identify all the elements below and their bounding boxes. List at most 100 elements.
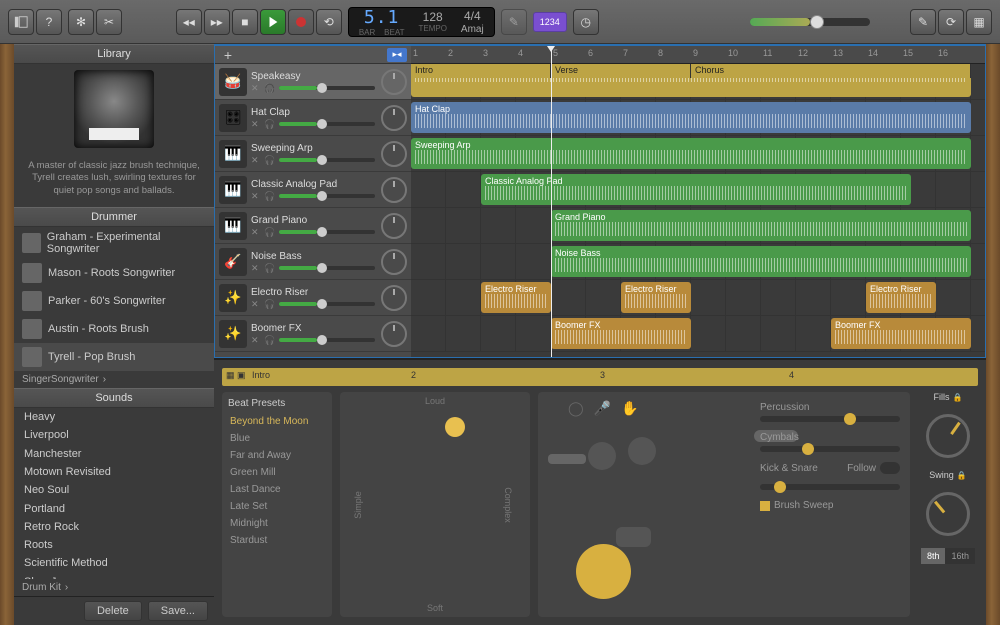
forward-button[interactable]: ▸▸ xyxy=(204,9,230,35)
hihat-icon[interactable] xyxy=(548,454,586,464)
region[interactable]: Classic Analog Pad xyxy=(481,174,911,205)
genre-breadcrumb[interactable]: SingerSongwriter› xyxy=(14,371,214,388)
track-header[interactable]: 🥁Speakeasy✕🎧 xyxy=(215,64,411,100)
arrange-row[interactable]: Electro Riser Electro Riser Electro Riser xyxy=(411,280,985,316)
track-volume-slider[interactable] xyxy=(279,338,375,342)
play-button[interactable] xyxy=(260,9,286,35)
snare-drum-icon[interactable] xyxy=(616,527,651,547)
pan-knob[interactable] xyxy=(381,141,407,167)
bar-ruler[interactable]: 12345678910111213141516 xyxy=(411,46,985,64)
media-browser-icon[interactable]: ▦ xyxy=(966,9,992,35)
region[interactable]: Sweeping Arp xyxy=(411,138,971,169)
arrangement-marker[interactable]: Intro xyxy=(411,64,551,78)
sound-item[interactable]: Manchester xyxy=(14,445,214,463)
track-volume-slider[interactable] xyxy=(279,158,375,162)
mute-icon[interactable]: ✕ xyxy=(251,119,261,129)
follow-toggle[interactable] xyxy=(880,462,900,474)
region[interactable]: Electro Riser xyxy=(621,282,691,313)
sound-item[interactable]: Heavy xyxy=(14,408,214,426)
help-icon[interactable]: ? xyxy=(36,9,62,35)
lcd-display[interactable]: 5.1BAR BEAT 128TEMPO 4/4Amaj xyxy=(348,7,495,37)
rewind-button[interactable]: ◂◂ xyxy=(176,9,202,35)
cycle-button[interactable]: ⟲ xyxy=(316,9,342,35)
sound-item[interactable]: Portland xyxy=(14,500,214,518)
mute-icon[interactable]: ✕ xyxy=(251,335,261,345)
delete-button[interactable]: Delete xyxy=(84,601,142,621)
arrangement-area[interactable]: 12345678910111213141516 IntroVerseChorus… xyxy=(411,46,985,357)
track-volume-slider[interactable] xyxy=(279,122,375,126)
arrange-row[interactable]: Hat Clap xyxy=(411,100,985,136)
xy-puck[interactable] xyxy=(445,417,465,437)
mute-icon[interactable]: ✕ xyxy=(251,191,261,201)
region[interactable]: Boomer FX xyxy=(551,318,691,349)
settings-icon[interactable]: ✻ xyxy=(68,9,94,35)
add-track-button[interactable]: + xyxy=(219,47,237,63)
track-volume-slider[interactable] xyxy=(279,86,375,90)
lock-icon[interactable]: 🔒 xyxy=(957,471,967,480)
drummer-item[interactable]: Austin - Roots Brush xyxy=(14,315,214,343)
preset-item[interactable]: Green Mill xyxy=(228,464,326,481)
editor-ruler[interactable]: ▦ ▣ Intro 2 3 4 xyxy=(222,368,978,386)
master-volume-slider[interactable] xyxy=(750,18,870,26)
mute-icon[interactable]: ✕ xyxy=(251,263,261,273)
drummer-item[interactable]: Mason - Roots Songwriter xyxy=(14,259,214,287)
kit-mode-icons[interactable]: ◯🎤✋ xyxy=(568,400,639,417)
swing-knob[interactable] xyxy=(926,492,970,536)
headphone-icon[interactable]: 🎧 xyxy=(264,155,274,165)
kick-drum-icon[interactable] xyxy=(576,544,631,599)
pan-knob[interactable] xyxy=(381,285,407,311)
track-volume-slider[interactable] xyxy=(279,194,375,198)
pan-knob[interactable] xyxy=(381,321,407,347)
sound-item[interactable]: Roots xyxy=(14,536,214,554)
arrange-row[interactable]: Grand Piano xyxy=(411,208,985,244)
pan-knob[interactable] xyxy=(381,105,407,131)
track-volume-slider[interactable] xyxy=(279,230,375,234)
track-header[interactable]: 🎹Grand Piano✕🎧 xyxy=(215,208,411,244)
arrange-row[interactable]: Noise Bass xyxy=(411,244,985,280)
region[interactable]: Electro Riser xyxy=(866,282,936,313)
arrangement-marker-icon[interactable]: ▸◂ xyxy=(387,48,407,62)
track-header[interactable]: 🎹Classic Analog Pad✕🎧 xyxy=(215,172,411,208)
tom-icon[interactable] xyxy=(588,442,616,470)
headphone-icon[interactable]: 🎧 xyxy=(264,227,274,237)
sound-item[interactable]: Neo Soul xyxy=(14,481,214,499)
preset-item[interactable]: Blue xyxy=(228,430,326,447)
drummer-item[interactable]: Graham - Experimental Songwriter xyxy=(14,227,214,259)
drummer-item[interactable]: Tyrell - Pop Brush xyxy=(14,343,214,371)
headphone-icon[interactable]: 🎧 xyxy=(264,263,274,273)
region[interactable]: Hat Clap xyxy=(411,102,971,133)
xy-pad[interactable]: Loud Soft Simple Complex xyxy=(340,392,530,617)
pan-knob[interactable] xyxy=(381,213,407,239)
preset-item[interactable]: Midnight xyxy=(228,515,326,532)
region[interactable]: Grand Piano xyxy=(551,210,971,241)
count-in-button[interactable]: 1234 xyxy=(533,12,567,32)
lock-icon[interactable]: 🔒 xyxy=(953,393,963,402)
stop-button[interactable]: ■ xyxy=(232,9,258,35)
fills-knob[interactable] xyxy=(926,414,970,458)
headphone-icon[interactable]: 🎧 xyxy=(264,335,274,345)
preset-item[interactable]: Beyond the Moon xyxy=(228,413,326,430)
tom-icon[interactable] xyxy=(628,437,656,465)
playhead[interactable] xyxy=(551,46,552,357)
arrange-row[interactable]: Classic Analog Pad xyxy=(411,172,985,208)
pan-knob[interactable] xyxy=(381,69,407,95)
arrangement-marker[interactable]: Chorus xyxy=(691,64,971,78)
headphone-icon[interactable]: 🎧 xyxy=(264,119,274,129)
swing-resolution-toggle[interactable]: 8th16th xyxy=(921,548,975,564)
preset-item[interactable]: Far and Away xyxy=(228,447,326,464)
scissors-icon[interactable]: ✂ xyxy=(96,9,122,35)
track-header[interactable]: 🎹Sweeping Arp✕🎧 xyxy=(215,136,411,172)
region[interactable]: Electro Riser xyxy=(481,282,551,313)
kick-snare-slider[interactable] xyxy=(760,484,900,490)
loop-browser-icon[interactable]: ⟳ xyxy=(938,9,964,35)
sound-item[interactable]: Scientific Method xyxy=(14,554,214,572)
region[interactable]: Boomer FX xyxy=(831,318,971,349)
headphone-icon[interactable]: 🎧 xyxy=(264,299,274,309)
save-button[interactable]: Save... xyxy=(148,601,208,621)
library-toggle-icon[interactable] xyxy=(8,9,34,35)
pan-knob[interactable] xyxy=(381,249,407,275)
arrange-row[interactable]: Sweeping Arp xyxy=(411,136,985,172)
preset-item[interactable]: Late Set xyxy=(228,498,326,515)
arrange-row[interactable]: Boomer FX Boomer FX xyxy=(411,316,985,352)
headphone-icon[interactable]: 🎧 xyxy=(264,191,274,201)
